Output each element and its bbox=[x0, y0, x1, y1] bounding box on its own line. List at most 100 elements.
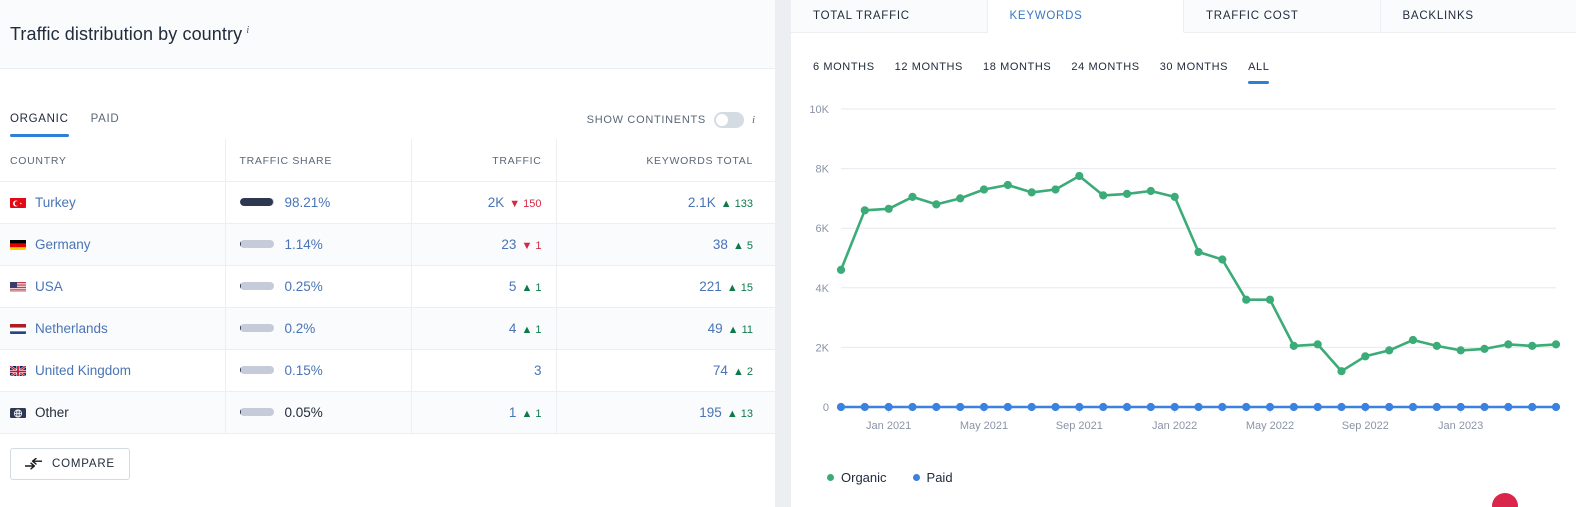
period-18-months[interactable]: 18 MONTHS bbox=[983, 61, 1051, 84]
data-point-organic[interactable] bbox=[908, 192, 917, 201]
legend-item-paid[interactable]: Paid bbox=[912, 470, 953, 485]
data-point-organic[interactable] bbox=[1218, 255, 1227, 264]
tab-traffic-cost[interactable]: TRAFFIC COST bbox=[1184, 0, 1381, 32]
data-point-paid[interactable] bbox=[1408, 402, 1418, 412]
data-point-organic[interactable] bbox=[1385, 346, 1394, 355]
data-point-paid[interactable] bbox=[956, 402, 965, 412]
col-keywords-total[interactable]: KEYWORDS TOTAL bbox=[555, 139, 775, 182]
data-point-paid[interactable] bbox=[908, 402, 917, 412]
data-point-paid[interactable] bbox=[1122, 402, 1132, 412]
tab-keywords[interactable]: KEYWORDS bbox=[987, 0, 1184, 33]
data-point-organic[interactable] bbox=[1480, 344, 1489, 353]
tab-organic[interactable]: ORGANIC bbox=[10, 113, 69, 137]
keywords-value[interactable]: 195 bbox=[699, 405, 722, 420]
data-point-paid[interactable] bbox=[1051, 402, 1060, 412]
data-point-organic[interactable] bbox=[1075, 171, 1084, 181]
keywords-value[interactable]: 2.1K bbox=[688, 195, 716, 210]
col-traffic-share[interactable]: TRAFFIC SHARE bbox=[224, 139, 411, 182]
data-point-paid[interactable] bbox=[1003, 402, 1012, 412]
traffic-value[interactable]: 1 bbox=[509, 405, 517, 420]
data-point-paid[interactable] bbox=[1337, 402, 1346, 412]
col-country[interactable]: COUNTRY bbox=[0, 139, 225, 182]
data-point-paid[interactable] bbox=[1385, 402, 1394, 412]
country-name[interactable]: Netherlands bbox=[35, 321, 108, 336]
period-12-months[interactable]: 12 MONTHS bbox=[895, 61, 963, 84]
data-point-organic[interactable] bbox=[1051, 185, 1060, 194]
data-point-paid[interactable] bbox=[1551, 402, 1561, 412]
data-point-paid[interactable] bbox=[836, 402, 846, 412]
share-value[interactable]: 0.25% bbox=[285, 279, 323, 294]
keywords-value[interactable]: 74 bbox=[713, 363, 728, 378]
show-continents-toggle[interactable] bbox=[713, 112, 744, 128]
data-point-paid[interactable] bbox=[860, 402, 869, 412]
data-point-organic[interactable] bbox=[932, 200, 941, 209]
data-point-organic[interactable] bbox=[1027, 188, 1036, 197]
share-value[interactable]: 0.2% bbox=[285, 321, 316, 336]
data-point-organic[interactable] bbox=[1408, 335, 1418, 345]
data-point-paid[interactable] bbox=[932, 402, 941, 412]
data-point-paid[interactable] bbox=[1146, 402, 1155, 412]
data-point-paid[interactable] bbox=[1170, 402, 1179, 412]
data-point-organic[interactable] bbox=[1337, 367, 1346, 376]
data-point-paid[interactable] bbox=[1289, 402, 1298, 412]
period-all[interactable]: ALL bbox=[1248, 61, 1270, 84]
traffic-value[interactable]: 2K bbox=[488, 195, 505, 210]
data-point-paid[interactable] bbox=[1528, 402, 1537, 412]
data-point-organic[interactable] bbox=[1504, 340, 1513, 349]
tab-total-traffic[interactable]: TOTAL TRAFFIC bbox=[791, 0, 988, 32]
traffic-value[interactable]: 5 bbox=[509, 279, 517, 294]
keywords-value[interactable]: 38 bbox=[713, 237, 728, 252]
compare-button[interactable]: COMPARE bbox=[10, 447, 130, 480]
period-6-months[interactable]: 6 MONTHS bbox=[813, 61, 875, 84]
data-point-paid[interactable] bbox=[1480, 402, 1489, 412]
data-point-organic[interactable] bbox=[1456, 346, 1465, 355]
share-value[interactable]: 98.21% bbox=[285, 195, 331, 210]
keywords-value[interactable]: 49 bbox=[708, 321, 723, 336]
traffic-value[interactable]: 4 bbox=[509, 321, 517, 336]
data-point-organic[interactable] bbox=[1146, 186, 1155, 196]
country-name[interactable]: USA bbox=[35, 279, 63, 294]
data-point-paid[interactable] bbox=[1194, 402, 1203, 412]
keywords-value[interactable]: 221 bbox=[699, 279, 722, 294]
country-name[interactable]: United Kingdom bbox=[35, 363, 131, 378]
data-point-organic[interactable] bbox=[1265, 295, 1275, 304]
data-point-organic[interactable] bbox=[884, 204, 893, 213]
data-point-paid[interactable] bbox=[1027, 402, 1036, 412]
data-point-organic[interactable] bbox=[860, 206, 869, 215]
data-point-organic[interactable] bbox=[1289, 341, 1298, 350]
data-point-organic[interactable] bbox=[1361, 352, 1370, 361]
data-point-paid[interactable] bbox=[1313, 402, 1322, 412]
data-point-paid[interactable] bbox=[884, 402, 893, 412]
country-name[interactable]: Germany bbox=[35, 237, 91, 252]
data-point-organic[interactable] bbox=[1551, 340, 1561, 349]
legend-item-organic[interactable]: Organic bbox=[827, 470, 887, 485]
data-point-organic[interactable] bbox=[1170, 192, 1179, 201]
show-continents-info-icon[interactable]: i bbox=[752, 114, 755, 126]
data-point-organic[interactable] bbox=[1432, 341, 1441, 350]
data-point-paid[interactable] bbox=[979, 402, 989, 412]
col-traffic[interactable]: TRAFFIC bbox=[410, 139, 556, 182]
tab-paid[interactable]: PAID bbox=[91, 113, 120, 137]
share-value[interactable]: 0.15% bbox=[285, 363, 323, 378]
data-point-paid[interactable] bbox=[1361, 402, 1370, 412]
period-24-months[interactable]: 24 MONTHS bbox=[1071, 61, 1139, 84]
traffic-value[interactable]: 3 bbox=[534, 363, 542, 378]
data-point-paid[interactable] bbox=[1456, 402, 1465, 412]
data-point-paid[interactable] bbox=[1432, 402, 1441, 412]
data-point-paid[interactable] bbox=[1218, 402, 1227, 412]
data-point-organic[interactable] bbox=[1313, 340, 1322, 349]
country-name[interactable]: Turkey bbox=[35, 195, 76, 210]
info-icon[interactable]: i bbox=[246, 24, 249, 36]
traffic-value[interactable]: 23 bbox=[501, 237, 516, 252]
data-point-paid[interactable] bbox=[1265, 402, 1275, 412]
share-value[interactable]: 1.14% bbox=[285, 237, 323, 252]
data-point-organic[interactable] bbox=[1194, 247, 1203, 257]
data-point-paid[interactable] bbox=[1504, 402, 1513, 412]
tab-backlinks[interactable]: BACKLINKS bbox=[1380, 0, 1576, 32]
data-point-paid[interactable] bbox=[1242, 402, 1251, 412]
data-point-organic[interactable] bbox=[1242, 295, 1251, 304]
data-point-paid[interactable] bbox=[1099, 402, 1108, 412]
data-point-organic[interactable] bbox=[956, 194, 965, 203]
data-point-organic[interactable] bbox=[1099, 191, 1108, 200]
data-point-organic[interactable] bbox=[1528, 341, 1537, 350]
